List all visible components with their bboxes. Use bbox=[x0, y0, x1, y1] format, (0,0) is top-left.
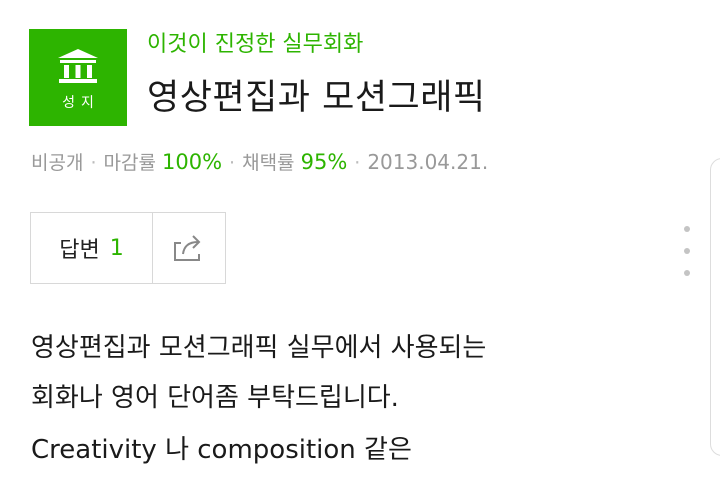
adopt-value: 95% bbox=[300, 150, 348, 174]
separator-dot: · bbox=[354, 152, 361, 174]
question-body-line: 영상편집과 모션그래픽 실무에서 사용되는 bbox=[31, 333, 487, 363]
action-buttons: 답변 1 bbox=[30, 212, 226, 284]
badge-label: 성지 bbox=[62, 94, 100, 111]
visibility-text: 비공개 bbox=[31, 152, 84, 174]
share-button[interactable] bbox=[153, 213, 225, 283]
separator-dot: · bbox=[229, 152, 236, 174]
answer-count: 1 bbox=[109, 235, 124, 261]
answer-label: 답변 bbox=[59, 238, 100, 263]
answer-button[interactable]: 답변 1 bbox=[31, 213, 153, 283]
more-vertical-icon[interactable] bbox=[680, 226, 694, 276]
shrine-pillars-icon bbox=[58, 48, 98, 83]
question-title: 영상편집과 모션그래픽 bbox=[147, 78, 486, 118]
question-body-line: 회화나 영어 단어좀 부탁드립니다. bbox=[31, 383, 399, 413]
question-meta: 비공개 · 마감률 100% · 채택률 95% · 2013.04.21. bbox=[31, 148, 488, 177]
deadline-value: 100% bbox=[162, 150, 223, 174]
category-badge[interactable]: 성지 bbox=[29, 29, 127, 126]
separator-dot: · bbox=[90, 152, 97, 174]
post-date: 2013.04.21. bbox=[367, 150, 489, 174]
side-panel-edge bbox=[710, 158, 720, 456]
deadline-label: 마감률 bbox=[103, 152, 156, 174]
question-body-line: Creativity 나 composition 같은 bbox=[31, 435, 412, 465]
category-link[interactable]: 이것이 진정한 실무회화 bbox=[147, 30, 363, 60]
share-icon bbox=[174, 235, 201, 261]
adopt-label: 채택률 bbox=[242, 152, 295, 174]
